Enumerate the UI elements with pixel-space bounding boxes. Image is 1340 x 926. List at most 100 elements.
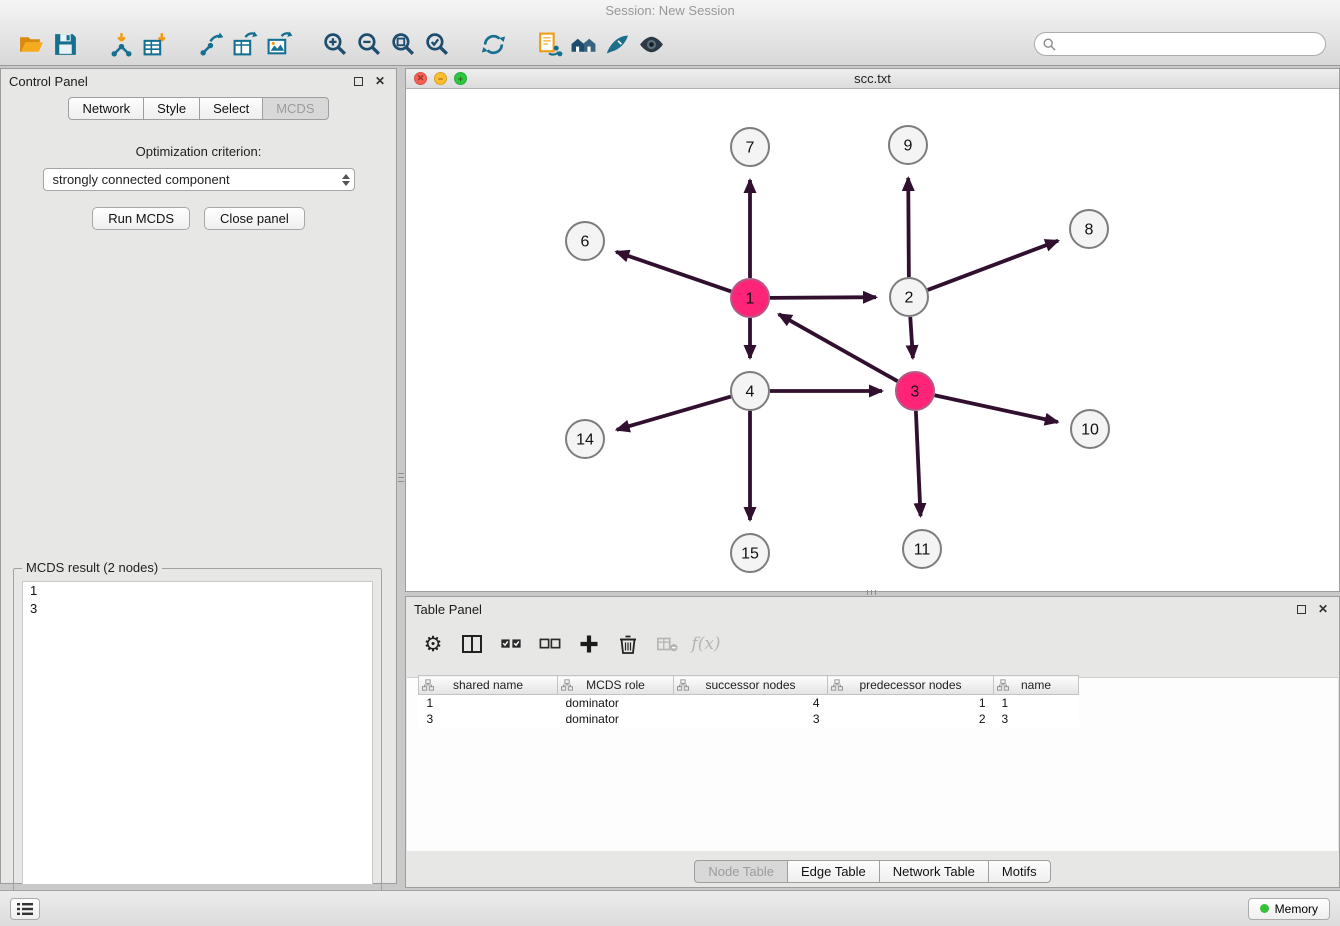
import-table-from-file-icon[interactable]	[138, 27, 172, 61]
network-edge-3-10[interactable]	[935, 395, 1058, 422]
network-edge-3-11[interactable]	[916, 411, 921, 516]
minimize-window-icon[interactable]: −	[434, 72, 447, 85]
table-cell: dominator	[558, 695, 674, 712]
column-header-shared-name[interactable]: shared name	[419, 676, 558, 695]
node-table-body: 1dominator4113dominator323	[419, 695, 1079, 728]
table-cell: 1	[419, 695, 558, 712]
toggle-columns-icon[interactable]	[457, 629, 487, 659]
network-node-7[interactable]: 7	[731, 128, 769, 166]
control-panel: Control Panel ✕ NetworkStyleSelectMCDS O…	[0, 68, 397, 884]
table-cell: 2	[828, 711, 994, 727]
network-node-15[interactable]: 15	[731, 534, 769, 572]
svg-text:10: 10	[1081, 422, 1099, 439]
network-edge-1-6[interactable]	[616, 252, 731, 292]
table-row[interactable]: 1dominator411	[419, 695, 1079, 712]
column-header-predecessor-nodes[interactable]: predecessor nodes	[828, 676, 994, 695]
vertical-splitter-handle[interactable]	[398, 460, 404, 494]
network-node-11[interactable]: 11	[903, 530, 941, 568]
network-edge-2-3[interactable]	[910, 317, 913, 358]
tab-network-table[interactable]: Network Table	[879, 860, 989, 883]
svg-text:8: 8	[1085, 222, 1094, 239]
export-table-icon[interactable]	[228, 27, 262, 61]
apply-visual-style-icon[interactable]	[600, 27, 634, 61]
toggle-visibility-icon[interactable]	[634, 27, 668, 61]
search-box[interactable]	[1034, 32, 1326, 56]
export-network-icon[interactable]	[194, 27, 228, 61]
table-row[interactable]: 3dominator323	[419, 711, 1079, 727]
open-file-icon[interactable]	[14, 27, 48, 61]
network-node-4[interactable]: 4	[731, 372, 769, 410]
network-canvas[interactable]: 7 9 6 8 1 2 4 3 14 10 15 11	[406, 89, 1339, 591]
column-header-label: shared name	[453, 678, 523, 692]
network-node-10[interactable]: 10	[1071, 410, 1109, 448]
network-node-2[interactable]: 2	[890, 278, 928, 316]
zoom-fit-icon[interactable]	[386, 27, 420, 61]
network-edge-4-14[interactable]	[617, 397, 731, 430]
search-input[interactable]	[1061, 37, 1317, 51]
float-panel-icon[interactable]	[350, 73, 366, 89]
deselect-all-icon[interactable]	[535, 629, 565, 659]
memory-button[interactable]: Memory	[1248, 898, 1330, 920]
refresh-view-icon[interactable]	[476, 27, 510, 61]
list-icon	[17, 903, 33, 915]
svg-text:2: 2	[905, 290, 914, 307]
task-history-button[interactable]	[10, 898, 40, 920]
tab-style[interactable]: Style	[143, 97, 200, 120]
select-all-icon[interactable]	[496, 629, 526, 659]
horizontal-splitter-handle[interactable]	[856, 590, 886, 595]
zoom-out-icon[interactable]	[352, 27, 386, 61]
float-table-panel-icon[interactable]	[1293, 601, 1309, 617]
network-edge-3-1[interactable]	[779, 314, 898, 381]
import-network-from-file-icon[interactable]	[104, 27, 138, 61]
close-panel-icon[interactable]: ✕	[372, 73, 388, 89]
network-graph[interactable]: 7 9 6 8 1 2 4 3 14 10 15 11	[406, 89, 1339, 591]
close-window-icon[interactable]: ✕	[414, 72, 427, 85]
column-header-name[interactable]: name	[994, 676, 1079, 695]
mcds-result-title: MCDS result (2 nodes)	[22, 560, 162, 575]
add-row-icon[interactable]	[574, 629, 604, 659]
column-header-label: predecessor nodes	[859, 678, 961, 692]
network-edge-1-2[interactable]	[770, 297, 876, 298]
network-edge-2-9[interactable]	[908, 178, 909, 277]
column-header-label: MCDS role	[586, 678, 645, 692]
network-node-6[interactable]: 6	[566, 222, 604, 260]
run-mcds-button[interactable]: Run MCDS	[92, 207, 190, 230]
optimization-criterion-value: strongly connected component	[53, 172, 230, 187]
tab-select[interactable]: Select	[199, 97, 263, 120]
network-node-14[interactable]: 14	[566, 420, 604, 458]
network-node-8[interactable]: 8	[1070, 210, 1108, 248]
main-toolbar	[0, 22, 1340, 66]
share-document-icon[interactable]	[532, 27, 566, 61]
mcds-result-item: 3	[23, 600, 372, 618]
optimization-criterion-select[interactable]: strongly connected component	[43, 168, 355, 191]
select-stepper-icon	[342, 169, 350, 190]
control-panel-title: Control Panel	[9, 74, 88, 89]
settings-icon[interactable]: ⚙	[418, 629, 448, 659]
column-header-successor-nodes[interactable]: successor nodes	[674, 676, 828, 695]
network-node-3[interactable]: 3	[896, 372, 934, 410]
table-panel: Table Panel ✕ ⚙f(x) shared nameMCDS role…	[405, 596, 1340, 888]
network-overview-icon[interactable]	[566, 27, 600, 61]
save-session-icon[interactable]	[48, 27, 82, 61]
table-cell: 4	[674, 695, 828, 712]
delete-row-icon[interactable]	[613, 629, 643, 659]
zoom-window-icon[interactable]: +	[454, 72, 467, 85]
close-table-panel-icon[interactable]: ✕	[1315, 601, 1331, 617]
export-image-icon[interactable]	[262, 27, 296, 61]
network-node-9[interactable]: 9	[889, 126, 927, 164]
tab-node-table[interactable]: Node Table	[694, 860, 788, 883]
tab-network[interactable]: Network	[68, 97, 144, 120]
column-header-mcds-role[interactable]: MCDS role	[558, 676, 674, 695]
tab-motifs[interactable]: Motifs	[988, 860, 1051, 883]
memory-label: Memory	[1275, 902, 1318, 916]
tab-mcds[interactable]: MCDS	[262, 97, 328, 120]
tab-edge-table[interactable]: Edge Table	[787, 860, 880, 883]
network-edge-2-8[interactable]	[928, 241, 1058, 290]
status-bar: Memory	[0, 890, 1340, 926]
delete-table-icon	[652, 629, 682, 659]
zoom-in-icon[interactable]	[318, 27, 352, 61]
network-node-1[interactable]: 1	[731, 279, 769, 317]
close-panel-button[interactable]: Close panel	[204, 207, 305, 230]
mcds-result-list[interactable]: 13	[22, 581, 373, 885]
zoom-selected-icon[interactable]	[420, 27, 454, 61]
